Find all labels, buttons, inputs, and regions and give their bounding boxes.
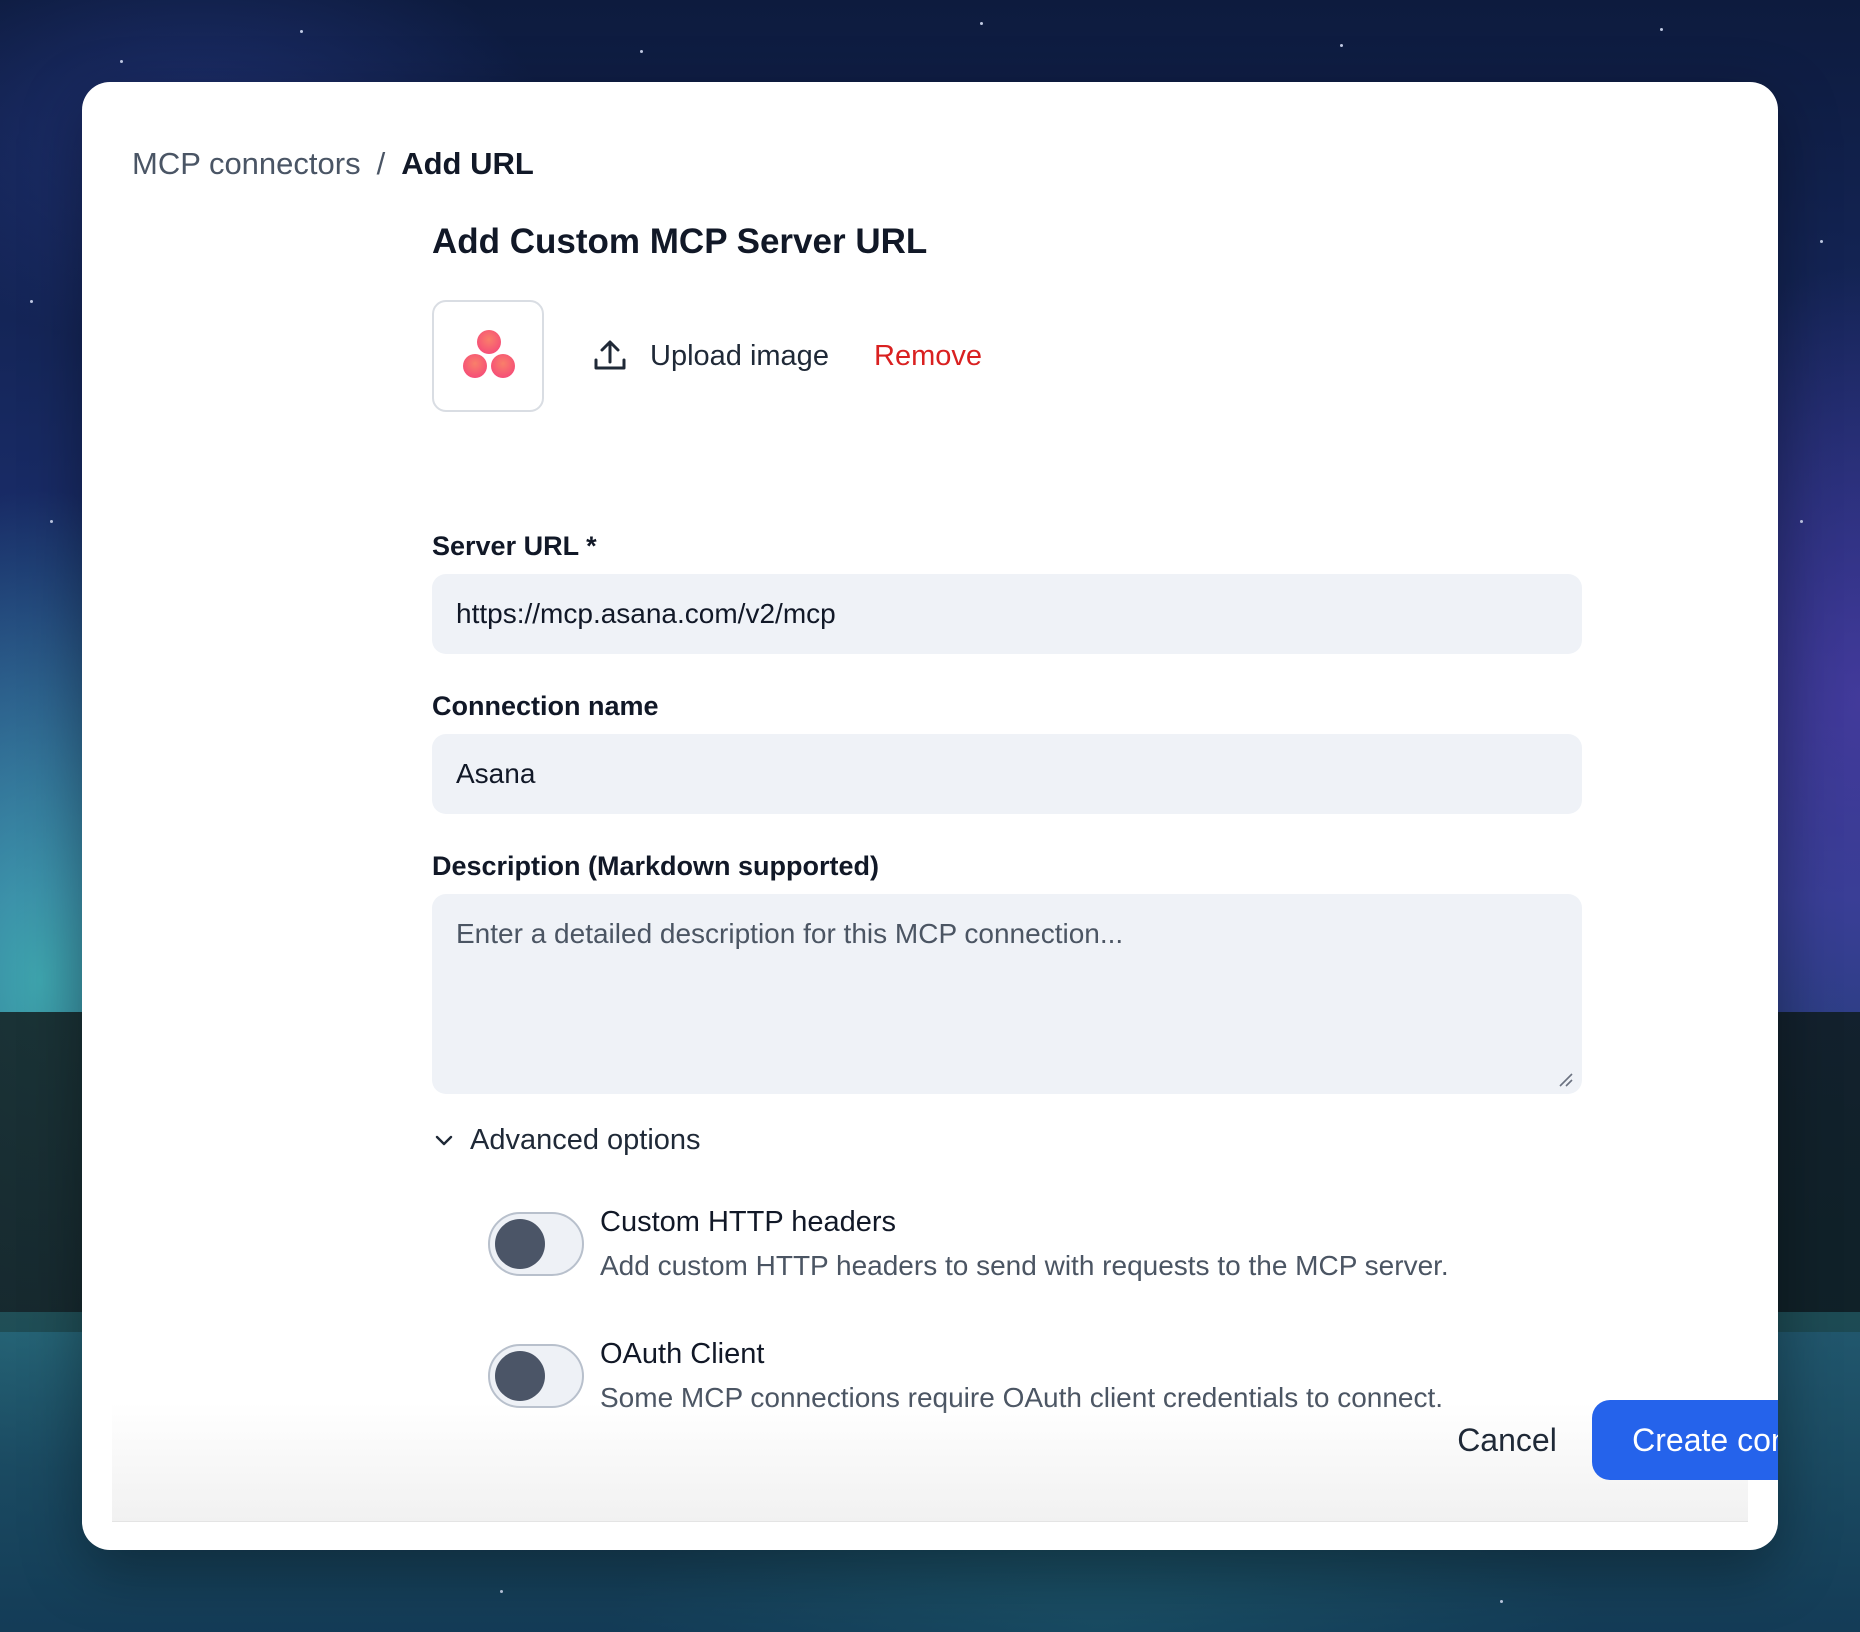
connection-name-label: Connection name [432, 691, 659, 721]
page-title: Add Custom MCP Server URL [432, 222, 928, 261]
connector-logo [432, 300, 544, 412]
star [640, 50, 643, 53]
switch-knob [495, 1351, 545, 1401]
description-placeholder: Enter a detailed description for this MC… [456, 918, 1124, 949]
star [1340, 44, 1343, 47]
description-textarea[interactable]: Enter a detailed description for this MC… [432, 894, 1582, 1094]
upload-image-label: Upload image [650, 339, 829, 372]
resize-handle-icon[interactable] [1556, 1070, 1574, 1088]
description-label: Description (Markdown supported) [432, 851, 880, 881]
star [1820, 240, 1823, 243]
chevron-down-icon [435, 1135, 453, 1146]
upload-image-button[interactable]: Upload image [592, 332, 829, 380]
star [1500, 1600, 1503, 1603]
breadcrumb-current: Add URL [401, 146, 534, 181]
star [1660, 28, 1663, 31]
breadcrumb: MCP connectors / Add URL [132, 144, 534, 184]
server-url-label: Server URL * [432, 531, 597, 561]
breadcrumb-parent-link[interactable]: MCP connectors [132, 144, 361, 184]
star [1800, 520, 1803, 523]
create-connection-button[interactable]: Create connection [1592, 1400, 1778, 1480]
star [300, 30, 303, 33]
connection-name-input[interactable] [432, 734, 1582, 814]
custom-http-headers-description: Add custom HTTP headers to send with req… [600, 1250, 1449, 1281]
star [980, 22, 983, 25]
add-url-dialog: MCP connectors / Add URL Add Custom MCP … [82, 82, 1778, 1550]
advanced-options-toggle[interactable]: Advanced options [432, 1120, 701, 1160]
breadcrumb-separator: / [376, 146, 386, 181]
advanced-options-label: Advanced options [470, 1123, 701, 1156]
oauth-client-switch[interactable] [488, 1344, 584, 1408]
star [500, 1590, 503, 1593]
remove-image-button[interactable]: Remove [874, 332, 982, 380]
cancel-button[interactable]: Cancel [1432, 1400, 1582, 1480]
oauth-client-title: OAuth Client [600, 1338, 765, 1370]
upload-icon [594, 340, 626, 370]
custom-http-headers-title: Custom HTTP headers [600, 1206, 897, 1238]
asana-logo-icon [463, 330, 515, 378]
switch-knob [495, 1219, 545, 1269]
star [50, 520, 53, 523]
star [30, 300, 33, 303]
star [120, 60, 123, 63]
custom-http-headers-switch[interactable] [488, 1212, 584, 1276]
server-url-input[interactable] [432, 574, 1582, 654]
